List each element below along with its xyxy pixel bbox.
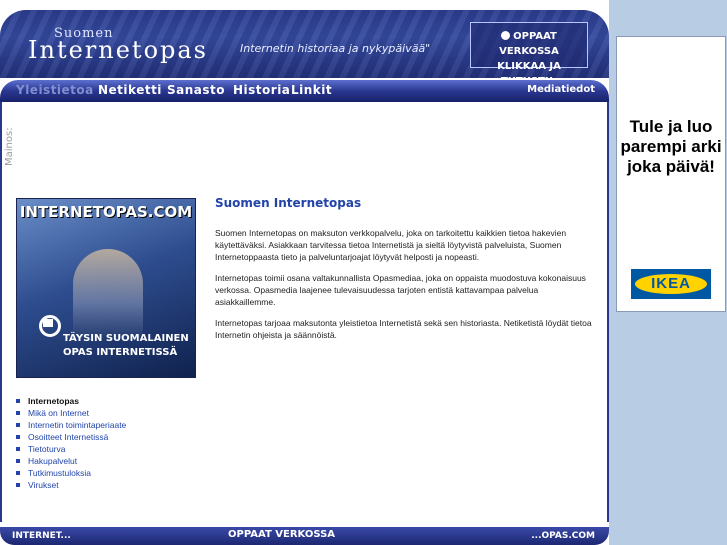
- content-paragraph: Internetopas tarjoaa maksutonta yleistie…: [215, 318, 592, 340]
- nav-item-historia[interactable]: Historia: [233, 83, 290, 97]
- square-bullet-icon: [16, 483, 20, 487]
- menu-item-label: Osoitteet Internetissä: [28, 432, 109, 442]
- square-bullet-icon: [16, 447, 20, 451]
- nav-item-yleistietoa[interactable]: Yleistietoa: [16, 83, 94, 97]
- menu-item-label: Tietoturva: [28, 444, 66, 454]
- menu-item-label: Internetin toimintaperiaate: [28, 420, 127, 430]
- page-frame: Suomen Internetopas Internetin historiaa…: [0, 0, 609, 545]
- main-navigation: Yleistietoa Netiketti Sanasto Historia L…: [0, 80, 609, 102]
- square-bullet-icon: [16, 471, 20, 475]
- content-paragraph: Internetopas toimii osana valtakunnallis…: [215, 273, 586, 307]
- footer-left-text: INTERNET...: [12, 531, 71, 541]
- footer-right-text: ...OPAS.COM: [531, 531, 595, 541]
- finnish-flag-icon: [43, 319, 53, 327]
- menu-item-label: Hakupalvelut: [28, 456, 78, 466]
- content-paragraph: Suomen Internetopas on maksuton verkkopa…: [215, 228, 567, 262]
- square-bullet-icon: [16, 411, 20, 415]
- footer-bar: INTERNET... OPPAAT VERKOSSA ...OPAS.COM: [0, 527, 609, 545]
- left-border: [0, 102, 2, 522]
- promo-line2: OPAS INTERNETISSÄ: [63, 347, 178, 358]
- promo-title: INTERNETOPAS.COM: [19, 203, 193, 221]
- menu-item-label: Tutkimustuloksia: [28, 468, 91, 478]
- internetopas-promo-image[interactable]: INTERNETOPAS.COM TÄYSIN SUOMALAINEN OPAS…: [16, 198, 196, 378]
- menu-item-label: Virukset: [28, 480, 59, 490]
- ikea-logo: IKEA: [631, 269, 711, 299]
- footer-oppaat-link[interactable]: OPPAAT VERKOSSA: [228, 529, 335, 540]
- promo-person-figure: [73, 249, 143, 339]
- oppaat-verkossa-banner[interactable]: OPPAAT VERKOSSA KLIKKAA JA TUTUSTU:: [470, 22, 588, 78]
- square-bullet-icon: [16, 423, 20, 427]
- banner-line2: KLIKKAA JA TUTUSTU:: [497, 61, 561, 78]
- nav-item-netiketti[interactable]: Netiketti: [98, 83, 162, 97]
- promo-line1: TÄYSIN SUOMALAINEN: [63, 333, 189, 344]
- header-banner: Suomen Internetopas Internetin historiaa…: [0, 10, 609, 78]
- ad-slogan: Tule ja luo parempi arki joka päivä!: [620, 117, 722, 176]
- page-title: Suomen Internetopas: [215, 196, 362, 210]
- nav-item-mediatiedot[interactable]: Mediatiedot: [527, 84, 595, 95]
- menu-item-label: Internetopas: [28, 396, 80, 406]
- square-bullet-icon: [16, 435, 20, 439]
- ikea-ad-banner[interactable]: Tule ja luo parempi arki joka päivä! IKE…: [616, 36, 726, 312]
- ad-label: Mainos:: [4, 127, 15, 166]
- bullet-icon: [501, 31, 511, 40]
- site-tagline: Internetin historiaa ja nykypäivää": [240, 42, 431, 55]
- menu-item-label: Mikä on Internet: [28, 408, 89, 418]
- site-logo[interactable]: Internetopas: [28, 36, 208, 64]
- nav-item-sanasto[interactable]: Sanasto: [167, 83, 225, 97]
- logo-text: IKEA: [651, 275, 691, 292]
- square-bullet-icon: [16, 459, 20, 463]
- nav-item-linkit[interactable]: Linkit: [291, 83, 332, 97]
- right-border: [607, 102, 609, 522]
- square-bullet-icon: [16, 399, 20, 403]
